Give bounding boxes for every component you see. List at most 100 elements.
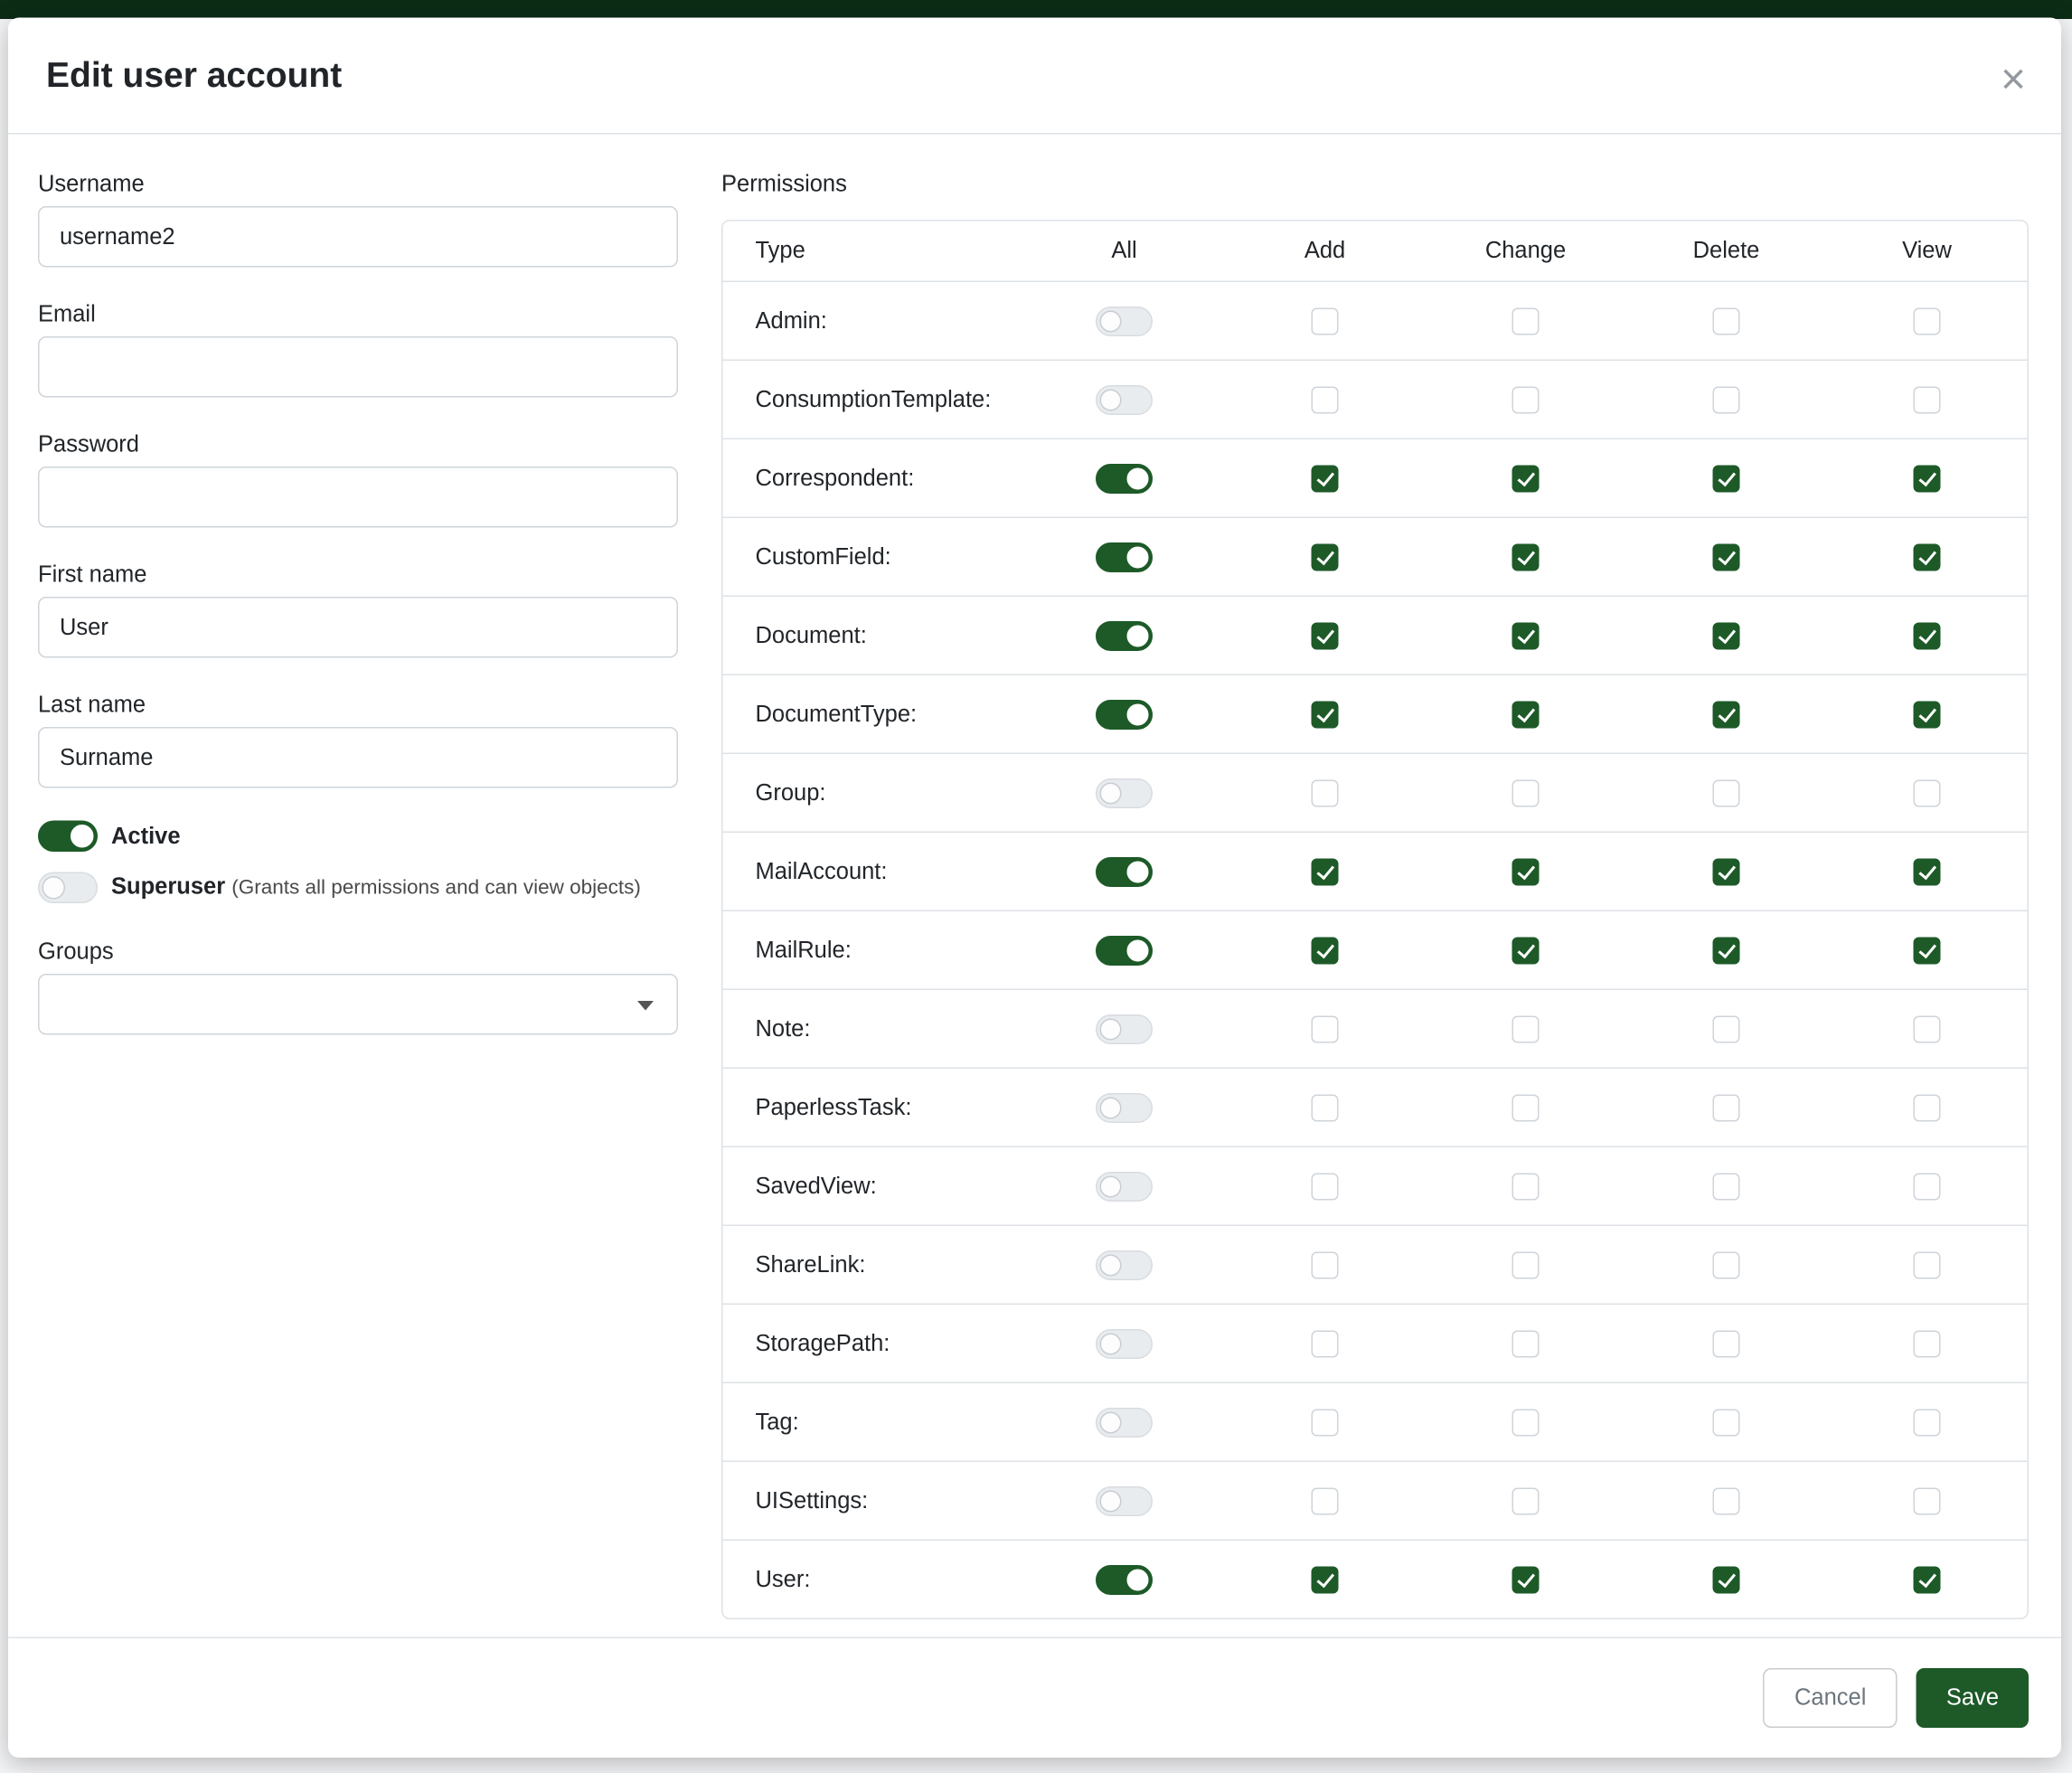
delete-checkbox[interactable] (1713, 1173, 1740, 1200)
delete-checkbox[interactable] (1713, 701, 1740, 728)
change-checkbox[interactable] (1512, 1330, 1540, 1357)
view-checkbox[interactable] (1914, 622, 1941, 649)
delete-checkbox[interactable] (1713, 1094, 1740, 1121)
password-field[interactable] (38, 467, 678, 528)
change-checkbox[interactable] (1512, 543, 1540, 571)
delete-checkbox[interactable] (1713, 307, 1740, 335)
email-group: Email (38, 300, 678, 398)
close-icon[interactable]: × (2001, 59, 2026, 99)
view-checkbox[interactable] (1914, 1251, 1941, 1278)
active-toggle[interactable] (38, 821, 98, 853)
all-toggle[interactable] (1096, 1014, 1153, 1043)
save-button[interactable]: Save (1917, 1668, 2029, 1728)
cancel-button[interactable]: Cancel (1763, 1668, 1897, 1728)
add-checkbox[interactable] (1312, 307, 1339, 335)
change-checkbox[interactable] (1512, 858, 1540, 885)
add-checkbox[interactable] (1312, 1015, 1339, 1042)
change-checkbox[interactable] (1512, 1409, 1540, 1436)
all-toggle[interactable] (1096, 620, 1153, 650)
all-toggle[interactable] (1096, 1171, 1153, 1201)
change-checkbox[interactable] (1512, 1566, 1540, 1593)
delete-checkbox[interactable] (1713, 858, 1740, 885)
view-checkbox[interactable] (1914, 386, 1941, 413)
add-checkbox[interactable] (1312, 779, 1339, 806)
delete-checkbox[interactable] (1713, 779, 1740, 806)
all-toggle[interactable] (1096, 542, 1153, 571)
delete-checkbox[interactable] (1713, 1251, 1740, 1278)
view-checkbox[interactable] (1914, 543, 1941, 571)
change-checkbox[interactable] (1512, 465, 1540, 492)
delete-checkbox[interactable] (1713, 937, 1740, 964)
view-checkbox[interactable] (1914, 1330, 1941, 1357)
add-checkbox[interactable] (1312, 701, 1339, 728)
all-toggle[interactable] (1096, 306, 1153, 335)
add-checkbox[interactable] (1312, 1566, 1339, 1593)
view-checkbox[interactable] (1914, 1015, 1941, 1042)
delete-checkbox[interactable] (1713, 1015, 1740, 1042)
view-checkbox[interactable] (1914, 465, 1941, 492)
view-checkbox[interactable] (1914, 1094, 1941, 1121)
delete-checkbox[interactable] (1713, 1566, 1740, 1593)
all-toggle[interactable] (1096, 1250, 1153, 1279)
add-checkbox[interactable] (1312, 386, 1339, 413)
change-checkbox[interactable] (1512, 701, 1540, 728)
view-checkbox[interactable] (1914, 307, 1941, 335)
username-input[interactable] (38, 206, 678, 268)
groups-select[interactable] (38, 974, 678, 1035)
view-checkbox[interactable] (1914, 1487, 1941, 1514)
change-checkbox[interactable] (1512, 386, 1540, 413)
delete-checkbox[interactable] (1713, 386, 1740, 413)
permission-row: Tag: (723, 1383, 2028, 1462)
add-checkbox[interactable] (1312, 1330, 1339, 1357)
view-checkbox[interactable] (1914, 1566, 1941, 1593)
all-toggle[interactable] (1096, 1328, 1153, 1358)
add-checkbox[interactable] (1312, 1409, 1339, 1436)
delete-checkbox[interactable] (1713, 1409, 1740, 1436)
all-toggle[interactable] (1096, 935, 1153, 965)
all-toggle[interactable] (1096, 778, 1153, 807)
last-name-field[interactable] (38, 727, 678, 788)
delete-checkbox[interactable] (1713, 622, 1740, 649)
delete-checkbox[interactable] (1713, 465, 1740, 492)
change-checkbox[interactable] (1512, 1015, 1540, 1042)
permission-cell-view (1827, 543, 2028, 571)
change-checkbox[interactable] (1512, 1487, 1540, 1514)
change-checkbox[interactable] (1512, 937, 1540, 964)
all-toggle[interactable] (1096, 1564, 1153, 1594)
first-name-field[interactable] (38, 597, 678, 658)
delete-checkbox[interactable] (1713, 1487, 1740, 1514)
all-toggle[interactable] (1096, 1485, 1153, 1515)
delete-checkbox[interactable] (1713, 543, 1740, 571)
add-checkbox[interactable] (1312, 622, 1339, 649)
change-checkbox[interactable] (1512, 622, 1540, 649)
view-checkbox[interactable] (1914, 701, 1941, 728)
all-toggle[interactable] (1096, 384, 1153, 414)
superuser-toggle[interactable] (38, 872, 98, 904)
view-checkbox[interactable] (1914, 937, 1941, 964)
change-checkbox[interactable] (1512, 1173, 1540, 1200)
add-checkbox[interactable] (1312, 1487, 1339, 1514)
add-checkbox[interactable] (1312, 937, 1339, 964)
view-checkbox[interactable] (1914, 1409, 1941, 1436)
all-toggle[interactable] (1096, 463, 1153, 493)
view-checkbox[interactable] (1914, 858, 1941, 885)
add-checkbox[interactable] (1312, 465, 1339, 492)
email-field[interactable] (38, 336, 678, 398)
change-checkbox[interactable] (1512, 307, 1540, 335)
all-toggle[interactable] (1096, 856, 1153, 886)
change-checkbox[interactable] (1512, 779, 1540, 806)
add-checkbox[interactable] (1312, 1094, 1339, 1121)
change-checkbox[interactable] (1512, 1094, 1540, 1121)
all-toggle[interactable] (1096, 699, 1153, 729)
add-checkbox[interactable] (1312, 858, 1339, 885)
all-toggle[interactable] (1096, 1407, 1153, 1437)
add-checkbox[interactable] (1312, 1251, 1339, 1278)
add-checkbox[interactable] (1312, 1173, 1339, 1200)
all-toggle[interactable] (1096, 1092, 1153, 1122)
add-checkbox[interactable] (1312, 543, 1339, 571)
view-checkbox[interactable] (1914, 1173, 1941, 1200)
delete-checkbox[interactable] (1713, 1330, 1740, 1357)
change-checkbox[interactable] (1512, 1251, 1540, 1278)
permission-cell-view (1827, 1173, 2028, 1200)
view-checkbox[interactable] (1914, 779, 1941, 806)
